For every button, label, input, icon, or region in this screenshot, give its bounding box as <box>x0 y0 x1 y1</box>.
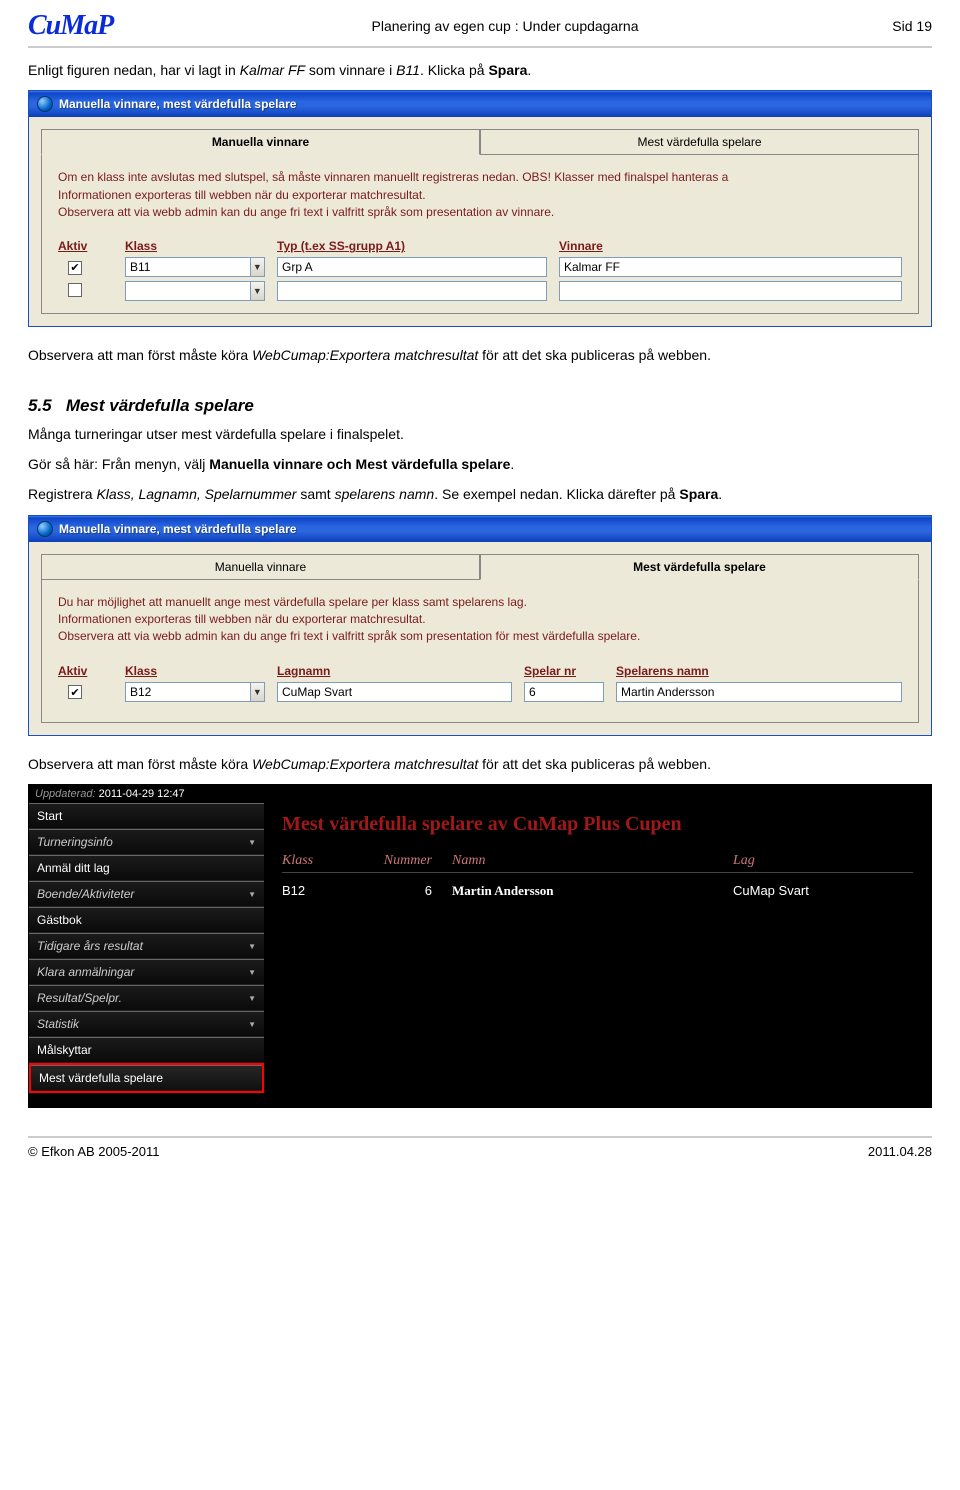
chevron-down-icon[interactable]: ▼ <box>250 281 265 301</box>
klass-input[interactable] <box>125 281 250 301</box>
dialog-mest-vardefulla: Manuella vinnare, mest värdefulla spelar… <box>28 515 932 736</box>
lagnamn-input[interactable] <box>277 682 512 702</box>
titlebar-text: Manuella vinnare, mest värdefulla spelar… <box>59 97 296 111</box>
col-vinnare: Vinnare <box>559 239 902 253</box>
aktiv-checkbox[interactable] <box>68 283 82 297</box>
tab-manuella-vinnare[interactable]: Manuella vinnare <box>41 129 480 155</box>
nav-item[interactable]: Gästbok <box>29 907 264 933</box>
chevron-down-icon: ▼ <box>248 942 256 951</box>
nav-item[interactable]: Resultat/Spelpr.▼ <box>29 985 264 1011</box>
table-row: B12 6 Martin Andersson CuMap Svart <box>282 873 913 909</box>
footer-date: 2011.04.28 <box>868 1144 932 1159</box>
info-text: Du har möjlighet att manuellt ange mest … <box>58 594 902 646</box>
typ-input[interactable] <box>277 281 547 301</box>
chevron-down-icon: ▼ <box>248 890 256 899</box>
col-klass: Klass <box>125 664 265 678</box>
klass-input[interactable] <box>125 257 250 277</box>
tab-mest-vardefulla[interactable]: Mest värdefulla spelare <box>480 129 919 155</box>
titlebar[interactable]: Manuella vinnare, mest värdefulla spelar… <box>29 516 931 542</box>
nav-item[interactable]: Anmäl ditt lag <box>29 855 264 881</box>
spelarnr-input[interactable] <box>524 682 604 702</box>
nav-item[interactable]: Klara anmälningar▼ <box>29 959 264 985</box>
typ-input[interactable] <box>277 257 547 277</box>
form-row-empty <box>58 704 902 712</box>
copyright: © Efkon AB 2005-2011 <box>28 1144 160 1159</box>
klass-combo[interactable]: ▼ <box>125 257 265 277</box>
col-spelar-nr: Spelar nr <box>524 664 604 678</box>
aktiv-checkbox[interactable]: ✔ <box>68 685 82 699</box>
form-row: ✔ ▼ <box>58 255 902 279</box>
page-number: Sid 19 <box>832 18 932 34</box>
klass-combo[interactable]: ▼ <box>125 682 265 702</box>
nav-item[interactable]: Tidigare års resultat▼ <box>29 933 264 959</box>
chevron-down-icon: ▼ <box>248 1020 256 1029</box>
titlebar[interactable]: Manuella vinnare, mest värdefulla spelar… <box>29 91 931 117</box>
klass-combo[interactable]: ▼ <box>125 281 265 301</box>
col-spelarens-namn: Spelarens namn <box>616 664 902 678</box>
aktiv-checkbox[interactable]: ✔ <box>68 261 82 275</box>
col-lagnamn: Lagnamn <box>277 664 512 678</box>
tab-manuella-vinnare[interactable]: Manuella vinnare <box>41 554 480 580</box>
page-footer: © Efkon AB 2005-2011 2011.04.28 <box>28 1136 932 1159</box>
section-heading: 5.5 Mest värdefulla spelare <box>28 396 932 416</box>
section-p1: Många turneringar utser mest värdefulla … <box>28 424 932 444</box>
page-title: Planering av egen cup : Under cupdagarna <box>178 18 832 34</box>
col-klass: Klass <box>125 239 265 253</box>
section-p2: Gör så här: Från menyn, välj Manuella vi… <box>28 454 932 474</box>
col-typ: Typ (t.ex SS-grupp A1) <box>277 239 547 253</box>
intro-paragraph: Enligt figuren nedan, har vi lagt in Kal… <box>28 60 932 80</box>
website-screenshot: Uppdaterad: 2011-04-29 12:47 StartTurner… <box>28 784 932 1108</box>
chevron-down-icon: ▼ <box>248 994 256 1003</box>
page-header: CuMaP Planering av egen cup : Under cupd… <box>28 10 932 48</box>
web-page-title: Mest värdefulla spelare av CuMap Plus Cu… <box>282 813 913 836</box>
dialog-manuella-vinnare: Manuella vinnare, mest värdefulla spelar… <box>28 90 932 327</box>
chevron-down-icon[interactable]: ▼ <box>250 682 265 702</box>
info-text: Om en klass inte avslutas med slutspel, … <box>58 169 902 221</box>
nav-item-highlighted[interactable]: Mest värdefulla spelare <box>31 1065 262 1091</box>
observation-paragraph-2: Observera att man först måste köra WebCu… <box>28 754 932 774</box>
nav-item[interactable]: Målskyttar <box>29 1037 264 1063</box>
klass-input[interactable] <box>125 682 250 702</box>
titlebar-text: Manuella vinnare, mest värdefulla spelar… <box>59 522 296 536</box>
section-p3: Registrera Klass, Lagnamn, Spelarnummer … <box>28 484 932 504</box>
vinnare-input[interactable] <box>559 281 902 301</box>
vinnare-input[interactable] <box>559 257 902 277</box>
highlight-box: Mest värdefulla spelare <box>29 1063 264 1093</box>
logo: CuMaP <box>28 10 178 42</box>
app-icon <box>37 96 53 112</box>
observation-paragraph: Observera att man först måste köra WebCu… <box>28 345 932 365</box>
tab-mest-vardefulla[interactable]: Mest värdefulla spelare <box>480 554 919 580</box>
spelarnamn-input[interactable] <box>616 682 902 702</box>
form-row: ✔ ▼ <box>58 680 902 704</box>
chevron-down-icon: ▼ <box>248 838 256 847</box>
app-icon <box>37 521 53 537</box>
nav-item[interactable]: Statistik▼ <box>29 1011 264 1037</box>
col-aktiv: Aktiv <box>58 239 113 253</box>
nav-item[interactable]: Turneringsinfo▼ <box>29 829 264 855</box>
chevron-down-icon: ▼ <box>248 968 256 977</box>
side-nav: StartTurneringsinfo▼Anmäl ditt lagBoende… <box>29 803 264 1107</box>
table-header: Klass Nummer Namn Lag <box>282 850 913 873</box>
chevron-down-icon[interactable]: ▼ <box>250 257 265 277</box>
updated-label: Uppdaterad: 2011-04-29 12:47 <box>29 785 931 803</box>
form-row-empty: ▼ <box>58 279 902 303</box>
col-aktiv: Aktiv <box>58 664 113 678</box>
nav-item[interactable]: Start <box>29 803 264 829</box>
nav-item[interactable]: Boende/Aktiviteter▼ <box>29 881 264 907</box>
